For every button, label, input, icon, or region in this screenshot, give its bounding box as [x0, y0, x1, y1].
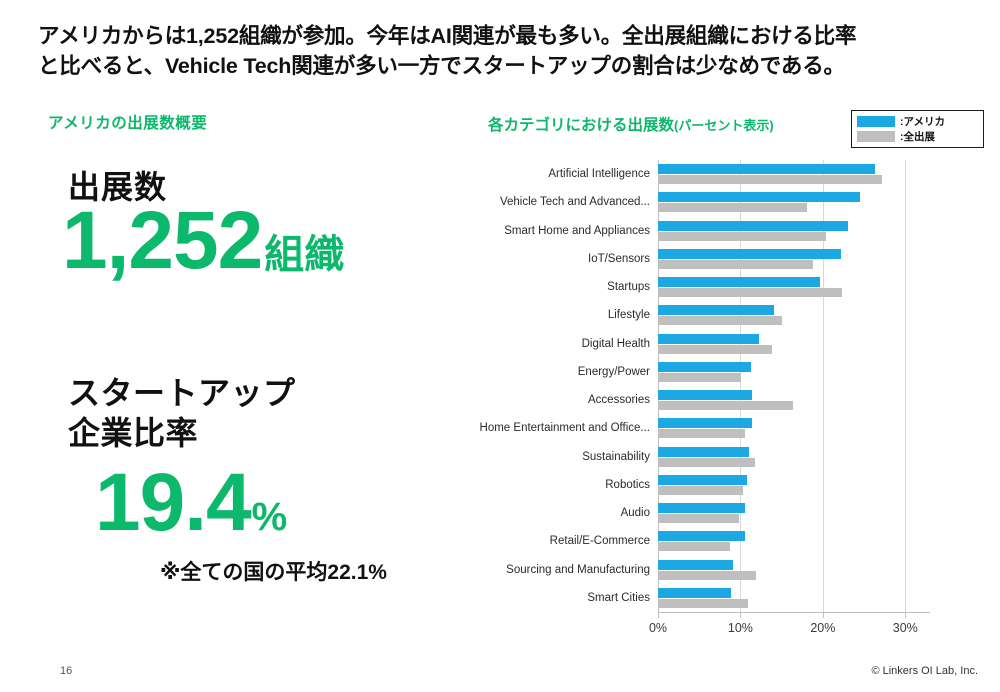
category-label: Digital Health: [581, 337, 650, 350]
bars-area: [658, 160, 930, 612]
legend-label-all: :全出展: [900, 131, 935, 143]
bar-all: [658, 514, 739, 524]
category-label: Robotics: [605, 478, 650, 491]
bar-all: [658, 231, 827, 241]
stat-startup-ratio-unit: %: [251, 495, 288, 539]
x-tick-label: 0%: [648, 621, 668, 635]
headline-line-1: アメリカからは1,252組織が参加。今年はAI関連が最も多い。全出展組織における…: [38, 24, 857, 48]
category-label: Audio: [620, 507, 650, 520]
bar-all: [658, 570, 757, 580]
stat-startup-ratio-label-line-1: スタートアップ: [68, 375, 296, 411]
x-axis-line: [658, 612, 930, 613]
gridline-30%: [905, 160, 907, 612]
legend-label-america: :アメリカ: [900, 116, 945, 128]
bar-all: [658, 344, 772, 354]
page-title: アメリカからは1,252組織が参加。今年はAI関連が最も多い。全出展組織における…: [38, 22, 968, 81]
legend-swatch-all-icon: [857, 131, 895, 142]
bar-america: [658, 418, 752, 429]
x-tick-label: 10%: [727, 621, 753, 635]
bar-all: [658, 429, 745, 439]
category-label: Lifestyle: [607, 309, 650, 322]
bar-all: [658, 542, 730, 552]
stat-startup-ratio-note: ※全ての国の平均22.1%: [160, 561, 387, 584]
page-number: 16: [60, 665, 73, 677]
bar-all: [658, 485, 743, 495]
legend-swatch-america-icon: [857, 116, 895, 127]
chart-section-title: 各カテゴリにおける出展数(パーセント表示): [488, 113, 774, 135]
headline-line-2: と比べると、Vehicle Tech関連が多い一方でスタートアップの割合は少なめ…: [38, 53, 845, 78]
bar-america: [658, 164, 875, 175]
bar-america: [658, 474, 748, 485]
bar-all: [658, 316, 782, 326]
bar-america: [658, 361, 752, 372]
x-tick-mark: [905, 612, 907, 618]
stat-exhibitors-unit: 組織: [264, 233, 345, 277]
bar-america: [658, 305, 775, 316]
category-label: Vehicle Tech and Advanced...: [499, 196, 650, 209]
category-label: Artificial Intelligence: [548, 168, 650, 181]
category-label: Home Entertainment and Office...: [479, 422, 650, 435]
x-axis: 0% 10% 20% 30%: [649, 612, 930, 638]
category-label: Sustainability: [582, 450, 650, 463]
bar-all: [658, 203, 808, 213]
bar-all: [658, 372, 742, 382]
category-label: Smart Cities: [587, 591, 650, 604]
bar-all: [658, 175, 883, 185]
x-tick-label: 30%: [892, 621, 918, 635]
bar-america: [658, 390, 752, 401]
x-tick-label: 20%: [810, 621, 836, 635]
copyright-notice: © Linkers OI Lab, Inc.: [871, 665, 978, 677]
category-label: Accessories: [588, 394, 650, 407]
bar-all: [658, 457, 756, 467]
chart-section-title-main: 各カテゴリにおける出展数: [488, 117, 675, 134]
bar-america: [658, 220, 848, 231]
bar-america: [658, 559, 733, 570]
stat-exhibitors-value: 1,252: [62, 195, 263, 286]
stat-startup-ratio-value-group: 19.4 %: [95, 462, 287, 544]
bar-america: [658, 277, 821, 288]
category-label: Retail/E-Commerce: [549, 535, 650, 548]
bar-america: [658, 192, 860, 203]
category-label: Smart Home and Appliances: [504, 224, 650, 237]
chart-legend: :アメリカ :全出展: [851, 110, 984, 148]
bar-all: [658, 401, 794, 411]
x-tick-mark: [658, 612, 659, 618]
bar-america: [658, 587, 731, 598]
legend-item-all: :全出展: [857, 129, 979, 144]
left-section-title: アメリカの出展数概要: [48, 115, 208, 132]
bar-chart: Artificial Intelligence Vehicle Tech and …: [460, 160, 930, 635]
bar-america: [658, 333, 760, 344]
bar-all: [658, 288, 842, 298]
category-label: Energy/Power: [577, 365, 650, 378]
bar-america: [658, 531, 746, 542]
stat-startup-ratio-label-line-2: 企業比率: [68, 415, 199, 451]
bar-america: [658, 248, 841, 259]
category-label: Startups: [607, 281, 650, 294]
category-label: IoT/Sensors: [588, 252, 650, 265]
x-tick-mark: [822, 612, 824, 618]
x-tick-mark: [740, 612, 742, 618]
legend-item-america: :アメリカ: [857, 114, 979, 129]
bar-america: [658, 446, 749, 457]
bar-america: [658, 503, 746, 514]
category-label: Sourcing and Manufacturing: [506, 563, 650, 576]
bar-all: [658, 598, 748, 608]
slide: アメリカからは1,252組織が参加。今年はAI関連が最も多い。全出展組織における…: [0, 0, 1000, 692]
category-labels: Artificial Intelligence Vehicle Tech and …: [460, 160, 658, 612]
chart-section-title-paren: (パーセント表示): [674, 118, 774, 133]
stat-startup-ratio-label: スタートアップ 企業比率: [68, 373, 398, 453]
stat-exhibitors-value-group: 1,252 組織: [62, 200, 344, 282]
bar-all: [658, 259, 813, 269]
stat-startup-ratio-value: 19.4: [95, 457, 252, 548]
